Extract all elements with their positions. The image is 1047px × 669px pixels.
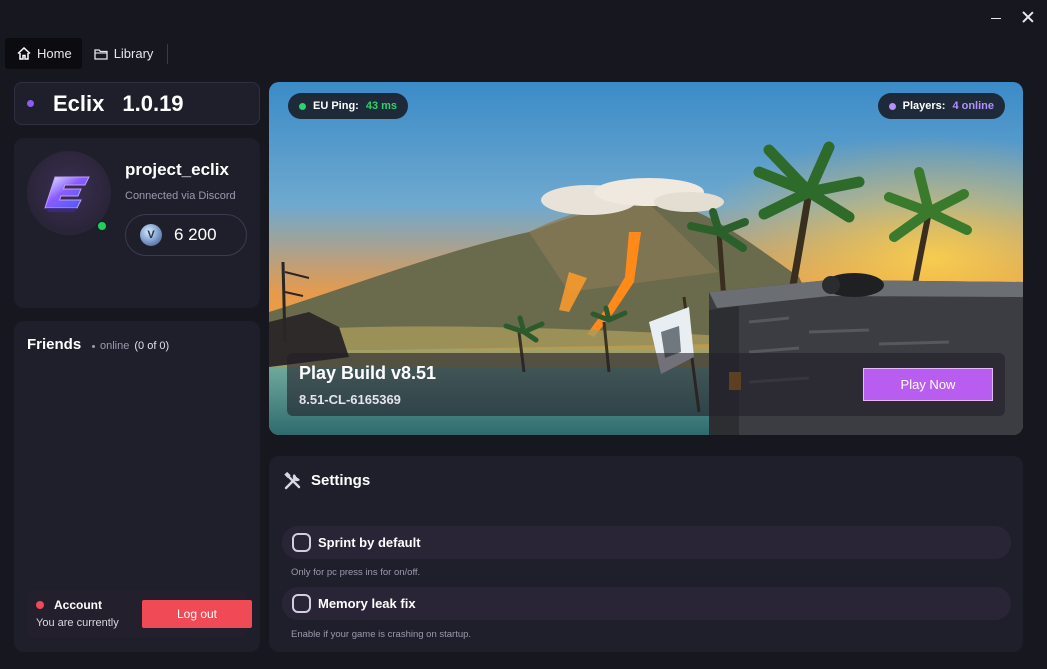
ping-value: 43 ms — [365, 100, 398, 112]
players-value: 4 online — [952, 100, 994, 112]
setting-hint: Enable if your game is crashing on start… — [291, 629, 472, 640]
memory-leak-checkbox[interactable] — [292, 594, 311, 613]
setting-label: Memory leak fix — [318, 596, 416, 611]
players-indicator: Players: 4 online — [877, 93, 1005, 119]
account-status-dot — [36, 601, 44, 609]
minimize-icon — [991, 17, 1001, 20]
friends-title: Friends — [27, 336, 82, 353]
build-info-bar: Play Build v8.51 8.51-CL-6165369 Play No… — [287, 353, 1005, 416]
eclix-logo-icon — [44, 176, 90, 212]
close-button[interactable] — [1015, 6, 1041, 28]
ping-label: EU Ping: — [313, 100, 359, 112]
folder-icon — [94, 48, 108, 60]
currency-amount: 6 200 — [174, 225, 217, 244]
username: project_eclix — [125, 160, 229, 179]
setting-label: Sprint by default — [318, 535, 421, 550]
window-controls — [983, 6, 1041, 28]
brand-version: 1.0.19 — [122, 90, 184, 116]
currency-balance: V 6 200 — [125, 214, 247, 256]
players-status-dot — [888, 102, 896, 110]
tab-library-label: Library — [113, 46, 154, 61]
account-label: Account — [54, 598, 102, 612]
account-panel: Account You are currently Log out — [27, 591, 252, 637]
play-now-button[interactable]: Play Now — [863, 368, 993, 401]
setting-hint: Only for pc press ins for on/off. — [291, 567, 421, 578]
settings-card: Settings Sprint by default Only for pc p… — [269, 456, 1023, 652]
friends-card: Friends online (0 of 0) Account You are … — [14, 321, 260, 652]
build-title: Play Build v8.51 — [299, 363, 437, 383]
settings-title: Settings — [311, 472, 371, 489]
tools-icon — [284, 471, 301, 490]
setting-memory-leak-fix[interactable]: Memory leak fix — [282, 587, 1011, 620]
tab-bar: Home Library — [5, 38, 169, 69]
ping-indicator: EU Ping: 43 ms — [288, 93, 409, 119]
setting-sprint-by-default[interactable]: Sprint by default — [282, 526, 1011, 559]
build-id: 8.51-CL-6165369 — [299, 392, 401, 407]
home-icon — [17, 47, 31, 60]
account-subtitle: You are currently — [36, 617, 119, 629]
minimize-button[interactable] — [983, 6, 1009, 28]
tab-home[interactable]: Home — [5, 38, 82, 69]
ping-status-dot — [299, 102, 306, 110]
tab-divider — [167, 43, 169, 64]
logout-button[interactable]: Log out — [142, 600, 252, 628]
tab-library[interactable]: Library — [82, 38, 164, 69]
friends-count: (0 of 0) — [134, 340, 170, 352]
brand-name: Eclix — [53, 90, 105, 116]
friends-online-status: online (0 of 0) — [92, 340, 169, 352]
friends-online-label: online — [100, 340, 130, 352]
sprint-checkbox[interactable] — [292, 533, 311, 552]
vbucks-icon: V — [140, 224, 162, 246]
bullet-dot — [92, 344, 95, 348]
players-label: Players: — [902, 100, 946, 112]
close-icon — [1022, 11, 1034, 23]
hero-banner: EU Ping: 43 ms Players: 4 online Play Bu… — [269, 82, 1023, 435]
brand-card: Eclix 1.0.19 — [14, 82, 260, 125]
connection-status: Connected via Discord — [125, 190, 236, 202]
brand-status-dot — [27, 100, 34, 107]
profile-card: project_eclix Connected via Discord V 6 … — [14, 138, 260, 308]
online-status-dot — [96, 220, 108, 232]
tab-home-label: Home — [37, 46, 72, 61]
